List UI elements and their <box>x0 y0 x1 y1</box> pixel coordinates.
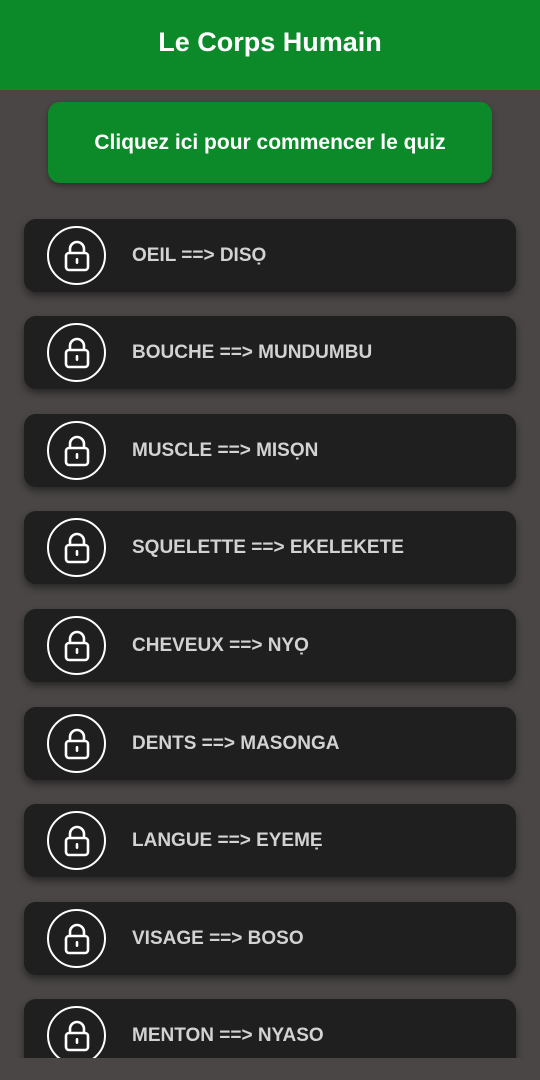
card-label: OEIL ==> DISỌ <box>132 245 267 266</box>
lesson-card-bouche[interactable]: BOUCHE ==> MUNDUMBU <box>24 316 516 389</box>
lesson-card-cheveux[interactable]: CHEVEUX ==> NYỌ <box>24 609 516 682</box>
card-label: MUSCLE ==> MISỌN <box>132 440 319 461</box>
card-label: DENTS ==> MASONGA <box>132 733 340 754</box>
start-quiz-button[interactable]: Cliquez ici pour commencer le quiz <box>48 102 492 183</box>
lock-icon <box>47 323 106 382</box>
lesson-card-oeil[interactable]: OEIL ==> DISỌ <box>24 219 516 292</box>
lock-icon <box>47 909 106 968</box>
lesson-card-dents[interactable]: DENTS ==> MASONGA <box>24 707 516 780</box>
app-bar: Le Corps Humain <box>0 0 540 90</box>
lock-icon <box>47 226 106 285</box>
lock-icon <box>47 714 106 773</box>
bottom-bar <box>0 1058 540 1080</box>
card-label: MENTON ==> NYASO <box>132 1025 324 1046</box>
lock-icon <box>47 811 106 870</box>
lock-icon <box>47 616 106 675</box>
lock-icon <box>47 421 106 480</box>
card-label: VISAGE ==> BOSO <box>132 928 304 949</box>
lock-icon <box>47 1006 106 1058</box>
app-title: Le Corps Humain <box>158 26 382 57</box>
card-label: CHEVEUX ==> NYỌ <box>132 635 309 656</box>
main-content[interactable]: Cliquez ici pour commencer le quiz OEIL … <box>0 90 540 1058</box>
card-label: LANGUE ==> EYEMẸ <box>132 830 323 851</box>
lesson-card-visage[interactable]: VISAGE ==> BOSO <box>24 902 516 975</box>
lock-icon <box>47 518 106 577</box>
lesson-card-menton[interactable]: MENTON ==> NYASO <box>24 999 516 1058</box>
lesson-card-langue[interactable]: LANGUE ==> EYEMẸ <box>24 804 516 877</box>
lesson-card-muscle[interactable]: MUSCLE ==> MISỌN <box>24 414 516 487</box>
card-label: BOUCHE ==> MUNDUMBU <box>132 342 373 363</box>
card-label: SQUELETTE ==> EKELEKETE <box>132 537 404 558</box>
lesson-card-squelette[interactable]: SQUELETTE ==> EKELEKETE <box>24 511 516 584</box>
